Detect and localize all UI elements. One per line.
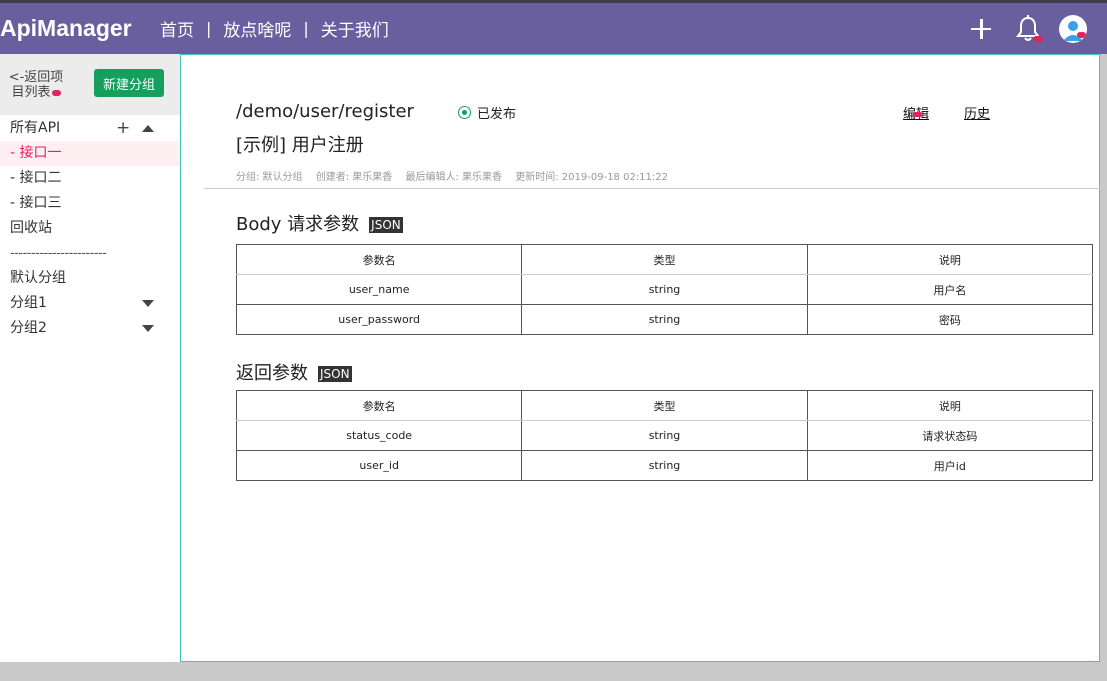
add-api-icon[interactable]: + — [116, 116, 130, 141]
back-link-mark — [51, 89, 61, 96]
top-navbar: ApiManager 首页 | 放点啥呢 | 关于我们 — [0, 3, 1107, 54]
sidebar-item-interface-2[interactable]: - 接口二 — [0, 166, 180, 191]
json-badge: JSON — [369, 217, 403, 233]
sidebar-item-recycle-bin[interactable]: 回收站 — [0, 216, 180, 241]
column-header: 类型 — [521, 244, 808, 275]
table-cell: 密码 — [806, 304, 1094, 335]
brand-logo[interactable]: ApiManager — [0, 15, 140, 42]
table-cell: 用户id — [806, 450, 1094, 481]
return-params-table: 参数名 类型 说明 status_code string 请求状态码 user_… — [235, 390, 1094, 481]
nav-home[interactable]: 首页 — [160, 16, 194, 41]
meta-updated: 更新时间: 2019-09-18 02:11:22 — [515, 172, 669, 183]
history-link[interactable]: 历史 — [964, 103, 990, 122]
nav-separator: | — [206, 19, 212, 38]
table-cell: string — [521, 420, 808, 451]
return-params-title: 返回参数 JSON — [236, 359, 352, 385]
edit-link-mark — [913, 112, 922, 117]
meta-group: 分组: 默认分组 — [236, 172, 303, 183]
body-params-title: Body 请求参数 JSON — [236, 210, 403, 236]
sidebar-item-interface-1[interactable]: - 接口一 — [0, 141, 180, 166]
column-header: 说明 — [806, 244, 1094, 275]
api-detail-panel: /demo/user/register 已发布 编辑 历史 [示例] 用户注册 … — [180, 54, 1101, 662]
table-cell: status_code — [235, 420, 523, 451]
table-cell: 请求状态码 — [806, 420, 1094, 451]
all-api-label: 所有API — [10, 120, 61, 136]
table-cell: 用户名 — [806, 274, 1094, 305]
avatar-badge — [1077, 31, 1086, 38]
nav-misc[interactable]: 放点啥呢 — [223, 16, 291, 41]
json-badge: JSON — [318, 366, 352, 382]
back-link-label: <-返回项目列表 — [8, 70, 64, 100]
table-cell: string — [521, 304, 808, 335]
api-title: [示例] 用户注册 — [236, 135, 364, 156]
sidebar-header: <-返回项目列表 新建分组 — [0, 54, 180, 115]
nav-links: 首页 | 放点啥呢 | 关于我们 — [160, 16, 389, 41]
bell-icon[interactable] — [1015, 14, 1043, 43]
api-tree: 所有API + - 接口一 - 接口二 - 接口三 回收站 ----------… — [0, 116, 180, 341]
status-label: 已发布 — [477, 107, 517, 122]
status-badge: 已发布 — [458, 103, 516, 122]
nav-about[interactable]: 关于我们 — [321, 16, 389, 41]
plus-icon[interactable] — [969, 17, 993, 41]
column-header: 参数名 — [235, 244, 523, 275]
table-row: status_code string 请求状态码 — [235, 420, 1094, 451]
table-cell: string — [521, 274, 808, 305]
expand-icon[interactable] — [142, 300, 154, 307]
table-cell: user_id — [235, 450, 523, 481]
return-params-heading: 返回参数 — [236, 363, 308, 384]
table-header-row: 参数名 类型 说明 — [235, 390, 1094, 421]
table-cell: user_password — [235, 304, 523, 335]
sidebar: <-返回项目列表 新建分组 所有API + - 接口一 - 接口二 - 接口三 … — [0, 54, 180, 662]
body-params-heading: Body 请求参数 — [236, 214, 360, 235]
meta-creator: 创建者: 果乐果香 — [315, 172, 393, 183]
table-row: user_password string 密码 — [235, 304, 1094, 335]
notification-dot — [1033, 35, 1043, 42]
body-params-table: 参数名 类型 说明 user_name string 用户名 user_pass… — [235, 244, 1094, 335]
all-api-row[interactable]: 所有API + — [0, 116, 180, 141]
table-header-row: 参数名 类型 说明 — [235, 244, 1094, 275]
published-status-icon — [458, 106, 471, 119]
new-group-button[interactable]: 新建分组 — [94, 69, 164, 97]
back-to-projects-link[interactable]: <-返回项目列表 — [4, 70, 68, 100]
table-cell: user_name — [235, 274, 523, 305]
avatar-icon[interactable] — [1059, 14, 1087, 43]
column-header: 参数名 — [235, 390, 523, 421]
table-cell: string — [521, 450, 808, 481]
api-meta: 分组: 默认分组 创建者: 果乐果香 最后编辑人: 果乐果香 更新时间: 201… — [236, 168, 678, 183]
meta-divider — [204, 188, 1101, 189]
sidebar-item-group-1[interactable]: 分组1 — [0, 291, 180, 316]
expand-icon[interactable] — [142, 325, 154, 332]
group-1-label: 分组1 — [10, 295, 47, 311]
sidebar-item-interface-3[interactable]: - 接口三 — [0, 191, 180, 216]
sidebar-divider: ----------------------- — [10, 246, 107, 261]
api-path: /demo/user/register — [236, 101, 414, 122]
meta-last-editor: 最后编辑人: 果乐果香 — [405, 172, 503, 183]
table-row: user_id string 用户id — [235, 450, 1094, 481]
nav-actions — [969, 3, 1107, 54]
group-2-label: 分组2 — [10, 320, 47, 336]
sidebar-item-default-group[interactable]: 默认分组 — [0, 266, 180, 291]
collapse-icon[interactable] — [142, 125, 154, 132]
column-header: 说明 — [806, 390, 1094, 421]
table-row: user_name string 用户名 — [235, 274, 1094, 305]
nav-separator: | — [303, 19, 309, 38]
column-header: 类型 — [521, 390, 808, 421]
sidebar-item-group-2[interactable]: 分组2 — [0, 316, 180, 341]
